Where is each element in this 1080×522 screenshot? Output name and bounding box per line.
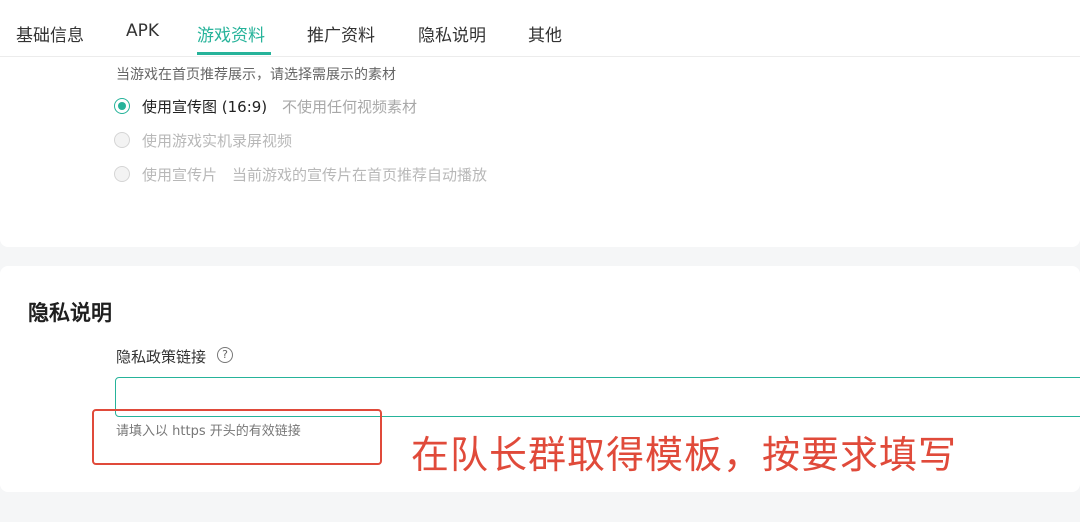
tab-basic-info[interactable]: 基础信息 xyxy=(16,21,84,46)
radio-option-trailer[interactable]: 使用宣传片 当前游戏的宣传片在首页推荐自动播放 xyxy=(114,163,534,185)
radio-unchecked-icon[interactable] xyxy=(114,132,130,148)
radio-sublabel: 不使用任何视频素材 xyxy=(282,98,418,116)
question-circle-icon[interactable]: ? xyxy=(217,347,233,363)
radio-label: 使用游戏实机录屏视频 xyxy=(142,132,293,150)
annotation-text: 在队长群取得模板，按要求填写 xyxy=(411,433,958,477)
privacy-policy-label: 隐私政策链接 xyxy=(116,348,207,366)
radio-checked-icon[interactable] xyxy=(114,98,130,114)
active-tab-indicator xyxy=(197,52,271,55)
radio-unchecked-icon[interactable] xyxy=(114,166,130,182)
radio-option-banner[interactable]: 使用宣传图 (16:9) 不使用任何视频素材 xyxy=(114,95,514,117)
annotation-highlight-box xyxy=(92,409,382,465)
radio-sublabel: 当前游戏的宣传片在首页推荐自动播放 xyxy=(232,166,488,184)
tab-game-info[interactable]: 游戏资料 xyxy=(197,21,265,46)
tab-promotion[interactable]: 推广资料 xyxy=(307,21,375,46)
radio-option-gameplay-video[interactable]: 使用游戏实机录屏视频 xyxy=(114,129,414,151)
game-materials-card: 当游戏在首页推荐展示，请选择需展示的素材 使用宣传图 (16:9) 不使用任何视… xyxy=(0,57,1080,247)
radio-label: 使用宣传图 (16:9) xyxy=(142,98,268,116)
tab-apk[interactable]: APK xyxy=(126,21,159,41)
tab-other[interactable]: 其他 xyxy=(528,21,562,46)
materials-hint: 当游戏在首页推荐展示，请选择需展示的素材 xyxy=(116,67,396,83)
radio-label: 使用宣传片 xyxy=(142,166,218,184)
section-title: 隐私说明 xyxy=(28,301,112,325)
tab-bar: 基础信息 APK 游戏资料 推广资料 隐私说明 其他 xyxy=(0,0,1080,57)
tab-privacy[interactable]: 隐私说明 xyxy=(418,21,486,46)
